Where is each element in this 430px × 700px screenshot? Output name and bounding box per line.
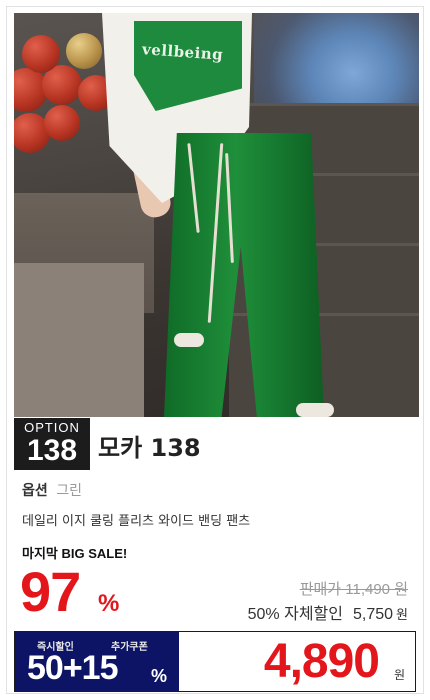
option-badge: OPTION 138	[14, 418, 90, 470]
product-photo[interactable]: vellbeing	[14, 13, 419, 417]
photo-ledge-front	[14, 263, 144, 417]
coupon-percent-sign: %	[151, 666, 168, 686]
self-discount-price: 5,750	[352, 606, 394, 623]
discount-percent-sign: %	[98, 590, 120, 617]
photo-red-ball	[44, 105, 80, 141]
coupon-badge: 즉시할인 추가쿠폰 50+15 %	[15, 632, 179, 691]
option-key: 옵션	[22, 483, 48, 499]
final-price-won: 원	[393, 668, 405, 682]
option-value: 그린	[56, 483, 82, 499]
coupon-value: 50+15	[27, 649, 118, 687]
product-description[interactable]: 데일리 이지 쿨링 플리츠 와이드 밴딩 팬츠	[22, 510, 250, 529]
option-badge-label: OPTION	[24, 420, 80, 435]
photo-shoe	[174, 333, 204, 347]
original-price: 판매가 11,490 원	[299, 581, 408, 598]
self-discount: 50% 자체할인 5,750 원	[248, 600, 408, 624]
photo-red-ball	[22, 35, 60, 73]
self-discount-label: 50% 자체할인	[247, 606, 343, 623]
photo-shoe	[296, 403, 334, 417]
option-badge-number: 138	[26, 434, 78, 467]
option-line: 옵션 그린	[22, 480, 82, 500]
final-price: 4,890	[263, 635, 380, 688]
product-title[interactable]: 모카 138	[98, 428, 201, 463]
photo-gold-ball	[66, 33, 102, 69]
discount-percent: 97	[20, 560, 81, 623]
self-discount-won: 원	[396, 607, 408, 622]
price-bar[interactable]: 즉시할인 추가쿠폰 50+15 % 4,890 원	[14, 631, 416, 692]
